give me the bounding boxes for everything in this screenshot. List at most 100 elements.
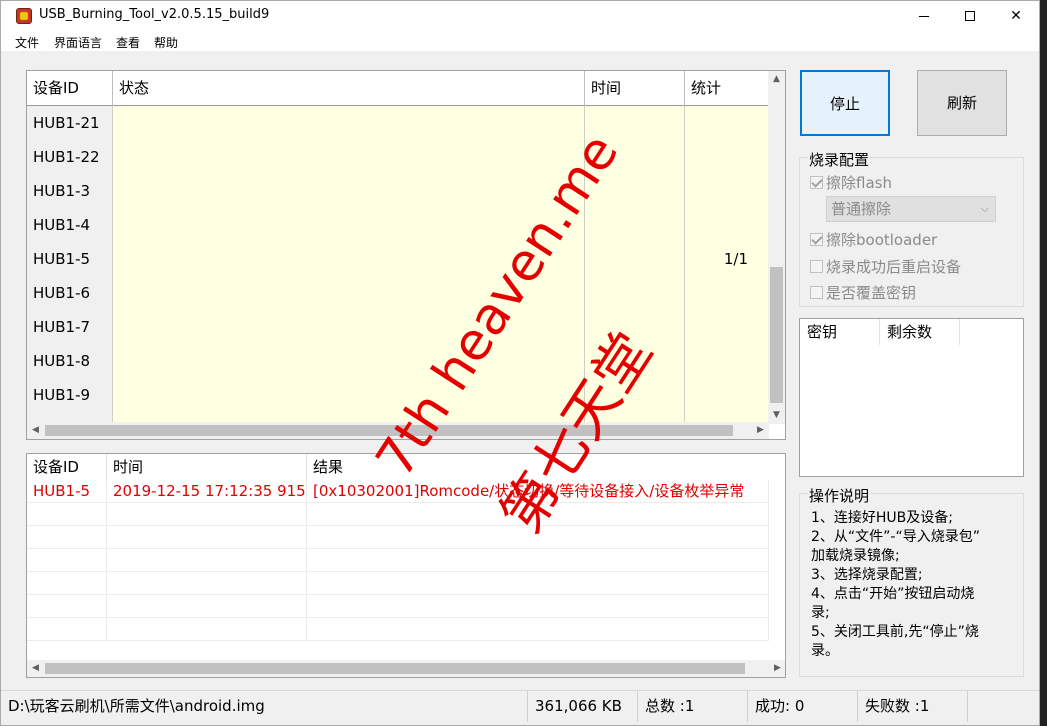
empty-cell	[685, 412, 769, 422]
device-id-cell: HUB1-5	[27, 242, 113, 276]
erase-bootloader-label: 擦除bootloader	[826, 231, 938, 249]
menu-view[interactable]: 查看	[116, 34, 140, 51]
stat-cell	[685, 140, 769, 174]
device-hscroll-thumb[interactable]	[45, 425, 733, 436]
scroll-down-icon[interactable]: ▼	[768, 407, 785, 424]
table-row[interactable]: HUB1-4	[27, 208, 769, 242]
table-row[interactable]: HUB1-5 1/1	[27, 242, 769, 276]
log-horizontal-scrollbar[interactable]: ◀ ▶	[27, 660, 785, 677]
col-device-id[interactable]: 设备ID	[27, 71, 113, 106]
close-button[interactable]: ✕	[993, 1, 1039, 31]
log-time-cell	[107, 595, 307, 618]
stat-cell	[685, 276, 769, 310]
state-cell	[113, 310, 585, 344]
scroll-up-icon[interactable]: ▲	[768, 71, 785, 88]
overwrite-key-checkbox[interactable]: 是否覆盖密钥	[810, 282, 916, 303]
status-image-path: D:\玩客云刷机\所需文件\android.img	[1, 691, 528, 722]
table-row	[27, 412, 769, 422]
log-result-cell	[307, 595, 769, 618]
device-horizontal-scrollbar[interactable]: ◀ ▶	[27, 422, 769, 439]
col-stat[interactable]: 统计	[685, 71, 769, 106]
log-scroll-right-icon[interactable]: ▶	[769, 660, 785, 677]
chevron-down-icon: ⌵	[980, 202, 989, 215]
time-cell	[585, 106, 685, 140]
refresh-button[interactable]: 刷新	[917, 70, 1007, 136]
menu-help[interactable]: 帮助	[154, 34, 178, 51]
device-vertical-scrollbar[interactable]: ▲ ▼	[768, 71, 785, 424]
log-scroll-left-icon[interactable]: ◀	[27, 660, 44, 677]
log-result-cell	[307, 526, 769, 549]
app-window: USB_Burning_Tool_v2.0.5.15_build9 ✕ 文件 界…	[0, 0, 1040, 726]
table-row[interactable]: HUB1-22	[27, 140, 769, 174]
device-vscroll-thumb[interactable]	[770, 267, 783, 403]
log-col-device-id[interactable]: 设备ID	[27, 454, 107, 480]
key-col-remaining[interactable]: 剩余数	[880, 319, 960, 345]
table-row[interactable]: HUB1-6	[27, 276, 769, 310]
instruction-line: 5、关闭工具前,先“停止”烧	[811, 624, 979, 640]
minimize-button[interactable]	[901, 1, 947, 31]
log-time-cell	[107, 572, 307, 595]
erase-mode-select[interactable]: 普通擦除 ⌵	[826, 196, 996, 222]
time-cell	[585, 276, 685, 310]
state-cell	[113, 242, 585, 276]
erase-mode-value: 普通擦除	[831, 200, 892, 218]
device-id-cell: HUB1-3	[27, 174, 113, 208]
erase-flash-checkbox[interactable]: 擦除flash	[810, 172, 892, 193]
instruction-line: 录;	[811, 605, 830, 621]
list-item	[27, 618, 769, 641]
log-device-id-cell	[27, 572, 107, 595]
log-result-cell	[307, 503, 769, 526]
log-result-cell	[307, 618, 769, 641]
log-col-result[interactable]: 结果	[307, 454, 769, 480]
key-col-key[interactable]: 密钥	[800, 319, 880, 345]
erase-bootloader-checkbox[interactable]: 擦除bootloader	[810, 229, 937, 250]
device-id-cell: HUB1-21	[27, 106, 113, 140]
log-hscroll-thumb[interactable]	[45, 663, 745, 674]
list-item	[27, 503, 769, 526]
menu-language[interactable]: 界面语言	[54, 34, 102, 51]
status-success: 成功: 0	[748, 691, 858, 722]
log-device-id-cell	[27, 526, 107, 549]
instruction-line: 录。	[811, 643, 839, 659]
device-id-cell: HUB1-7	[27, 310, 113, 344]
erase-flash-label: 擦除flash	[826, 174, 892, 192]
scroll-left-icon[interactable]: ◀	[27, 422, 44, 439]
device-table-header: 设备ID 状态 时间 统计	[27, 71, 769, 106]
log-result-cell: [0x10302001]Romcode/状态切换/等待设备接入/设备枚举异常	[307, 480, 769, 503]
close-icon: ✕	[1010, 8, 1022, 24]
table-row[interactable]: HUB1-7	[27, 310, 769, 344]
checkbox-checked-icon	[810, 233, 823, 246]
time-cell	[585, 378, 685, 412]
table-row[interactable]: HUB1-21	[27, 106, 769, 140]
table-row[interactable]: HUB1-9	[27, 378, 769, 412]
status-fail: 失败数 :1	[858, 691, 968, 722]
log-col-time[interactable]: 时间	[107, 454, 307, 480]
status-image-size: 361,066 KB	[528, 691, 638, 722]
col-state[interactable]: 状态	[113, 71, 585, 106]
list-item[interactable]: HUB1-5 2019-12-15 17:12:35 915 [0x10302001…	[27, 480, 769, 503]
time-cell	[585, 344, 685, 378]
scroll-right-icon[interactable]: ▶	[752, 422, 769, 439]
list-item	[27, 549, 769, 572]
device-table-body: HUB1-21 HUB1-22 HUB1-3 HUB1-4 HUB1-5 1/1 HUB1-…	[27, 106, 769, 422]
reboot-after-checkbox[interactable]: 烧录成功后重启设备	[810, 256, 961, 277]
log-time-cell	[107, 618, 307, 641]
table-row[interactable]: HUB1-8	[27, 344, 769, 378]
device-id-cell: HUB1-22	[27, 140, 113, 174]
stat-cell	[685, 344, 769, 378]
time-cell	[585, 208, 685, 242]
state-cell	[113, 106, 585, 140]
stop-button[interactable]: 停止	[800, 70, 890, 136]
col-time[interactable]: 时间	[585, 71, 685, 106]
log-table-header: 设备ID 时间 结果	[27, 454, 785, 480]
time-cell	[585, 174, 685, 208]
empty-cell	[585, 412, 685, 422]
burn-config-group: 烧录配置 擦除flash 普通擦除 ⌵ 擦除bootloader 烧录成功后重启…	[799, 149, 1024, 307]
burn-config-title: 烧录配置	[808, 149, 871, 170]
table-row[interactable]: HUB1-3	[27, 174, 769, 208]
empty-cell	[27, 412, 113, 422]
stat-cell: 1/1	[685, 242, 769, 276]
device-id-cell: HUB1-4	[27, 208, 113, 242]
maximize-button[interactable]	[947, 1, 993, 31]
menu-file[interactable]: 文件	[15, 34, 39, 51]
